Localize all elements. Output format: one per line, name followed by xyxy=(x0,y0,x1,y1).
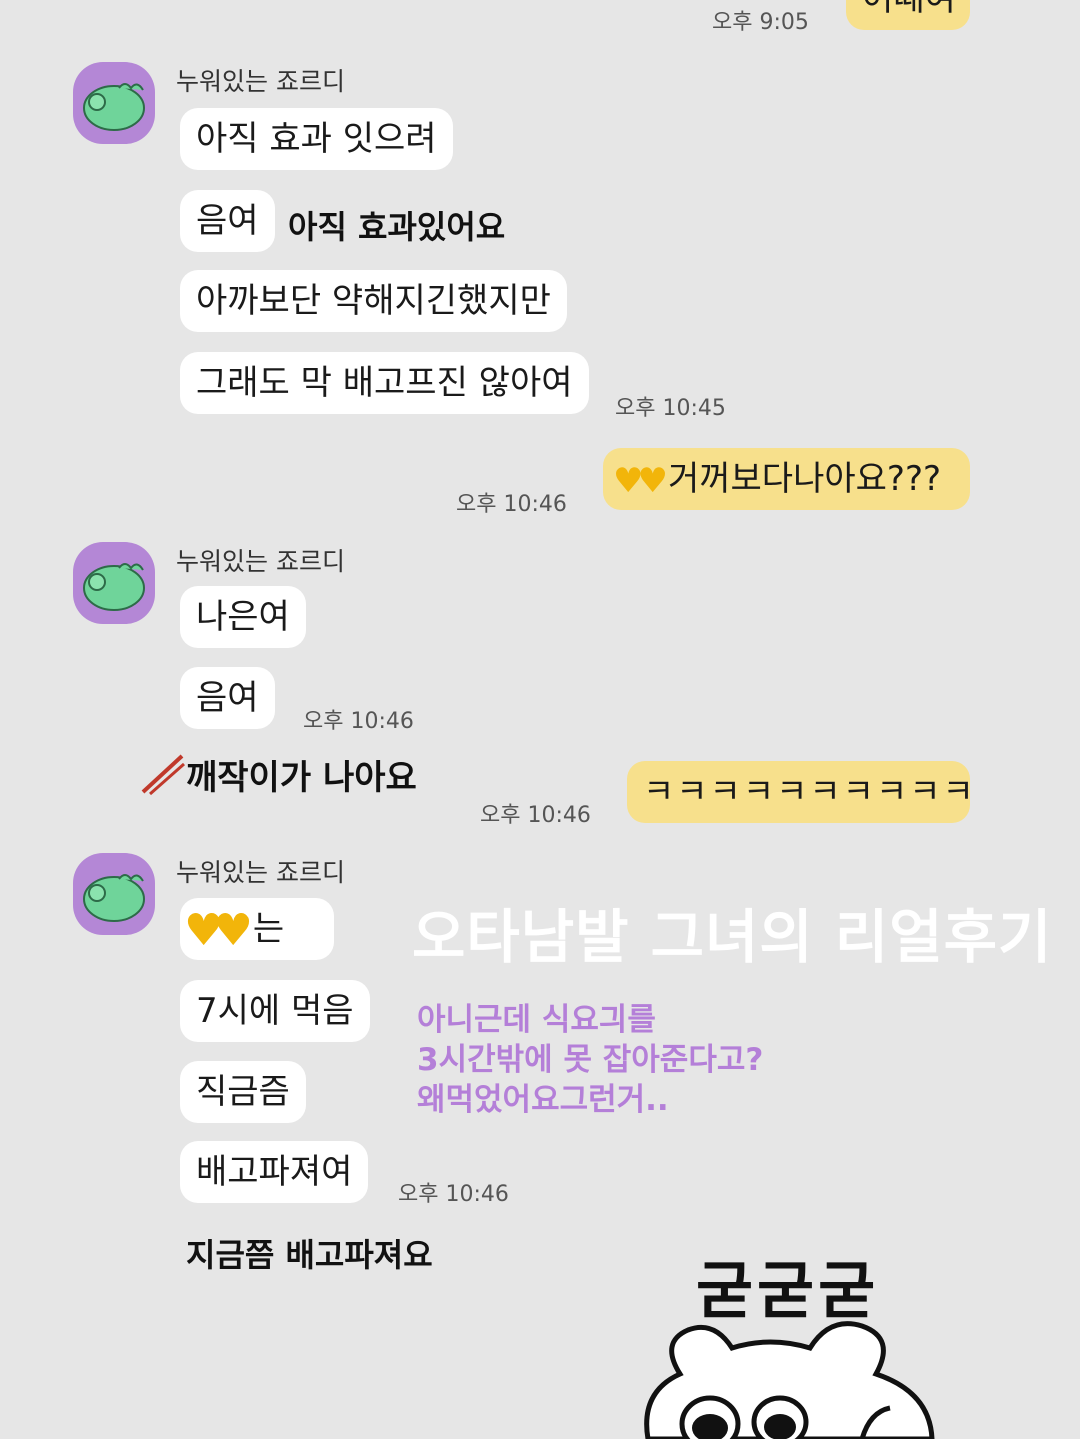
timestamp: 오후 9:05 xyxy=(712,10,809,35)
incoming-bubble: 아까보단 약해지긴했지만 xyxy=(180,270,567,332)
yellow-heart-sticker-icon: ♥ xyxy=(637,460,668,501)
jordy-dinosaur-icon xyxy=(83,83,145,131)
outgoing-bubble: ♥♥거꺼보다나아요??? xyxy=(603,448,970,510)
chopsticks-icon xyxy=(141,754,185,796)
outgoing-bubble: 어때여 xyxy=(846,0,970,30)
incoming-bubble: 나은여 xyxy=(180,586,306,648)
jordy-dinosaur-icon xyxy=(83,874,145,922)
message-text: 는 xyxy=(252,909,285,949)
timestamp: 오후 10:46 xyxy=(456,492,567,517)
caption-overlay: 지금쯤 배고파져요 xyxy=(186,1236,433,1274)
timestamp: 오후 10:45 xyxy=(615,396,726,421)
sender-name: 누워있는 죠르디 xyxy=(176,858,345,887)
incoming-bubble: 직금즘 xyxy=(180,1061,306,1123)
caption-overlay: 깨작이가 나아요 xyxy=(186,758,417,798)
sender-name: 누워있는 죠르디 xyxy=(176,67,345,96)
timestamp: 오후 10:46 xyxy=(303,709,414,734)
yellow-heart-sticker-icon: ♥ xyxy=(213,904,253,956)
incoming-bubble: 아직 효과 잇으려 xyxy=(180,108,453,170)
incoming-bubble: 7시에 먹음 xyxy=(180,980,370,1042)
overlay-title: 오타남발 그녀의 리얼후기 xyxy=(412,903,1053,971)
caption-overlay: 아직 효과있어요 xyxy=(288,208,506,246)
incoming-bubble: 음여 xyxy=(180,667,275,729)
outgoing-bubble: ㅋㅋㅋㅋㅋㅋㅋㅋㅋㅋ xyxy=(627,761,974,823)
purple-text-line: 왜먹었어요그런거.. xyxy=(417,1082,669,1118)
sender-name: 누워있는 죠르디 xyxy=(176,547,345,576)
timestamp: 오후 10:46 xyxy=(480,803,591,828)
bear-sticker-icon xyxy=(644,1321,935,1439)
timestamp: 오후 10:46 xyxy=(398,1182,509,1207)
purple-text-line: 아니근데 식요긔를 xyxy=(417,1002,656,1038)
avatar[interactable] xyxy=(73,62,155,144)
jordy-dinosaur-icon xyxy=(83,563,145,611)
incoming-bubble: ♥♥는 xyxy=(180,898,334,960)
purple-text-line: 3시간밖에 못 잡아준다고? xyxy=(417,1042,764,1078)
purple-overlay-text: 아니근데 식요긔를 3시간밖에 못 잡아준다고? 왜먹었어요그런거.. xyxy=(417,1000,763,1120)
avatar[interactable] xyxy=(73,853,155,935)
incoming-bubble: 음여 xyxy=(180,190,275,252)
incoming-bubble: 그래도 막 배고프진 않아여 xyxy=(180,352,589,414)
message-text: 거꺼보다나아요??? xyxy=(667,459,942,499)
avatar[interactable] xyxy=(73,542,155,624)
incoming-bubble: 배고파져여 xyxy=(180,1141,369,1203)
